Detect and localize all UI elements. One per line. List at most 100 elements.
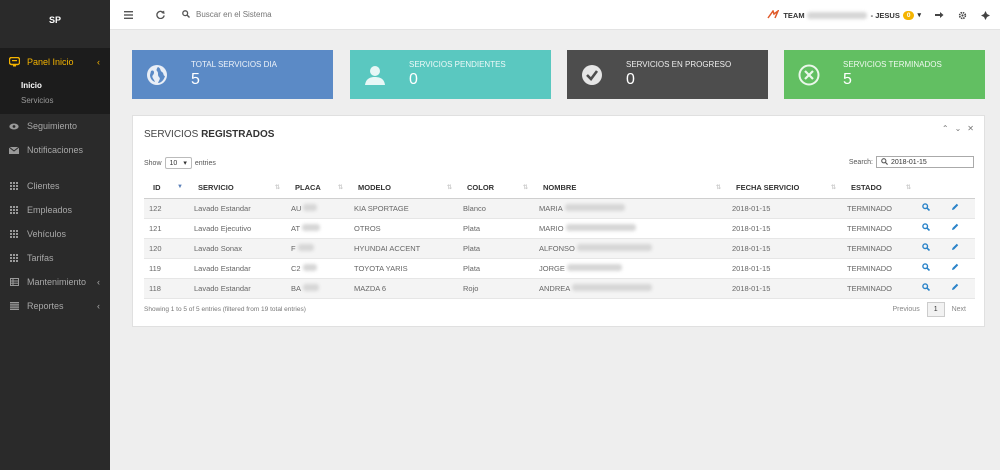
column-header-nombre[interactable]: NOMBRE ⇅ [534,178,727,199]
column-header-placa[interactable]: PLACA ⇅ [286,178,349,199]
sign-out-icon[interactable] [935,11,944,19]
chevron-down-icon[interactable]: ⌄ [955,124,962,133]
redacted-text [572,283,653,291]
redacted-text [297,243,314,251]
edit-pencil-icon[interactable] [951,283,959,293]
redacted-text [576,243,652,251]
cell-fecha: 2018-01-15 [727,278,842,299]
search-input[interactable] [196,10,396,19]
cell-modelo: OTROS [349,218,458,239]
expand-icon[interactable] [981,10,990,20]
edit-pencil-icon[interactable] [951,223,959,233]
chevron-down-icon: ▾ [183,160,187,167]
redacted-text [806,11,867,19]
team-logo-icon [767,8,781,21]
redacted-text [302,223,321,231]
view-search-icon[interactable] [922,263,931,273]
sidebar-item-label: Panel Inicio [27,57,74,67]
redacted-text [303,203,318,211]
sidebar-item-notificaciones[interactable]: Notificaciones [0,138,110,162]
edit-pencil-icon[interactable] [951,263,959,273]
card-value: 5 [191,71,200,88]
column-header-servicio[interactable]: SERVICIO ⇅ [189,178,286,199]
cell-fecha: 2018-01-15 [727,258,842,279]
column-header-id[interactable]: ID ▼ [144,178,189,199]
cell-color: Plata [458,238,534,259]
user-menu[interactable]: TEAM - JESUS 0 ▾ [783,10,921,20]
search-bar [182,9,396,20]
sidebar-item-reportes[interactable]: Reportes ‹ [0,294,110,318]
cell-estado: TERMINADO [842,278,917,299]
edit-pencil-icon[interactable] [951,243,959,253]
chevron-up-icon[interactable]: ⌃ [942,124,949,133]
view-search-icon[interactable] [922,283,931,293]
submenu-item-servicios[interactable]: Servicios [0,93,110,108]
stat-cards: TOTAL SERVICIOS DIA 5 SERVICIOS PENDIENT… [132,50,985,99]
view-search-icon[interactable] [922,203,931,213]
card-label: SERVICIOS EN PROGRESO [626,60,732,69]
redacted-text [565,223,636,231]
card-servicios-pendientes[interactable]: SERVICIOS PENDIENTES 0 [350,50,551,99]
entries-select[interactable]: 10 ▾ [164,157,192,169]
card-value: 0 [626,71,635,88]
sidebar-item-empleados[interactable]: Empleados [0,198,110,222]
edit-pencil-icon[interactable] [951,203,959,213]
brand-logo[interactable]: SP [0,0,110,40]
redacted-text [564,203,625,211]
cell-color: Rojo [458,278,534,299]
sidebar-item-mantenimiento[interactable]: Mantenimiento ‹ [0,270,110,294]
eye-icon [8,123,20,130]
sidebar-item-label: Empleados [27,205,73,215]
table-search-input[interactable]: 2018-01-15 [876,156,974,168]
card-servicios-progreso[interactable]: SERVICIOS EN PROGRESO 0 [567,50,768,99]
view-search-icon[interactable] [922,243,931,253]
redacted-text [302,263,317,271]
sidebar-item-clientes[interactable]: Clientes [0,174,110,198]
check-circle-icon [567,64,617,86]
entries-length-control: Show 10 ▾ entries [144,157,216,169]
column-header-modelo[interactable]: MODELO ⇅ [349,178,458,199]
menu-toggle-icon[interactable] [120,7,136,23]
sidebar-item-tarifas[interactable]: Tarifas [0,246,110,270]
card-servicios-terminados[interactable]: SERVICIOS TERMINADOS 5 [784,50,985,99]
sidebar-item-label: Tarifas [27,253,54,263]
column-header-fecha[interactable]: FECHA SERVICIO ⇅ [727,178,842,199]
cell-fecha: 2018-01-15 [727,218,842,239]
cell-id: 121 [144,218,189,239]
search-icon [881,157,888,167]
view-search-icon[interactable] [922,223,931,233]
sidebar-item-vehiculos[interactable]: Vehículos [0,222,110,246]
servicios-panel: SERVICIOS REGISTRADOS ⌃ ⌄ ✕ Show 10 ▾ en… [132,115,985,327]
cell-nombre: ANDREA [534,278,727,299]
column-header-color[interactable]: COLOR ⇅ [458,178,534,199]
grid-icon [8,206,20,214]
chevron-down-icon: ▾ [917,12,921,19]
close-icon[interactable]: ✕ [967,124,974,133]
redacted-text [303,283,320,291]
cell-placa: AU [286,198,349,219]
topbar-right: TEAM - JESUS 0 ▾ [767,0,990,30]
panel-title: SERVICIOS REGISTRADOS [144,129,275,140]
submenu-item-inicio[interactable]: Inicio [0,78,110,93]
card-label: SERVICIOS TERMINADOS [843,60,942,69]
refresh-icon[interactable] [152,7,168,23]
chevron-left-icon: ‹ [97,277,100,287]
sidebar-item-label: Mantenimiento [27,277,87,287]
cell-placa: BA [286,278,349,299]
next-button[interactable]: Next [945,303,973,316]
card-total-servicios[interactable]: TOTAL SERVICIOS DIA 5 [132,50,333,99]
cell-id: 122 [144,198,189,219]
page-1-button[interactable]: 1 [926,302,945,317]
cell-color: Plata [458,218,534,239]
cell-servicio: Lavado Estandar [189,278,286,299]
cell-estado: TERMINADO [842,258,917,279]
close-circle-icon [784,64,834,86]
column-header-estado[interactable]: ESTADO ⇅ [842,178,917,199]
previous-button[interactable]: Previous [885,303,926,316]
servicios-table: ID ▼ SERVICIO ⇅ PLACA ⇅ MODELO ⇅ COLOR ⇅ NOMB… [144,178,975,299]
sidebar-item-panel-inicio[interactable]: Panel Inicio ‹ [0,48,110,76]
sidebar-item-seguimiento[interactable]: Seguimiento [0,114,110,138]
cell-id: 119 [144,258,189,279]
sidebar: SP Panel Inicio ‹ Inicio Servicios Segui… [0,0,110,470]
gear-icon[interactable] [958,11,967,20]
